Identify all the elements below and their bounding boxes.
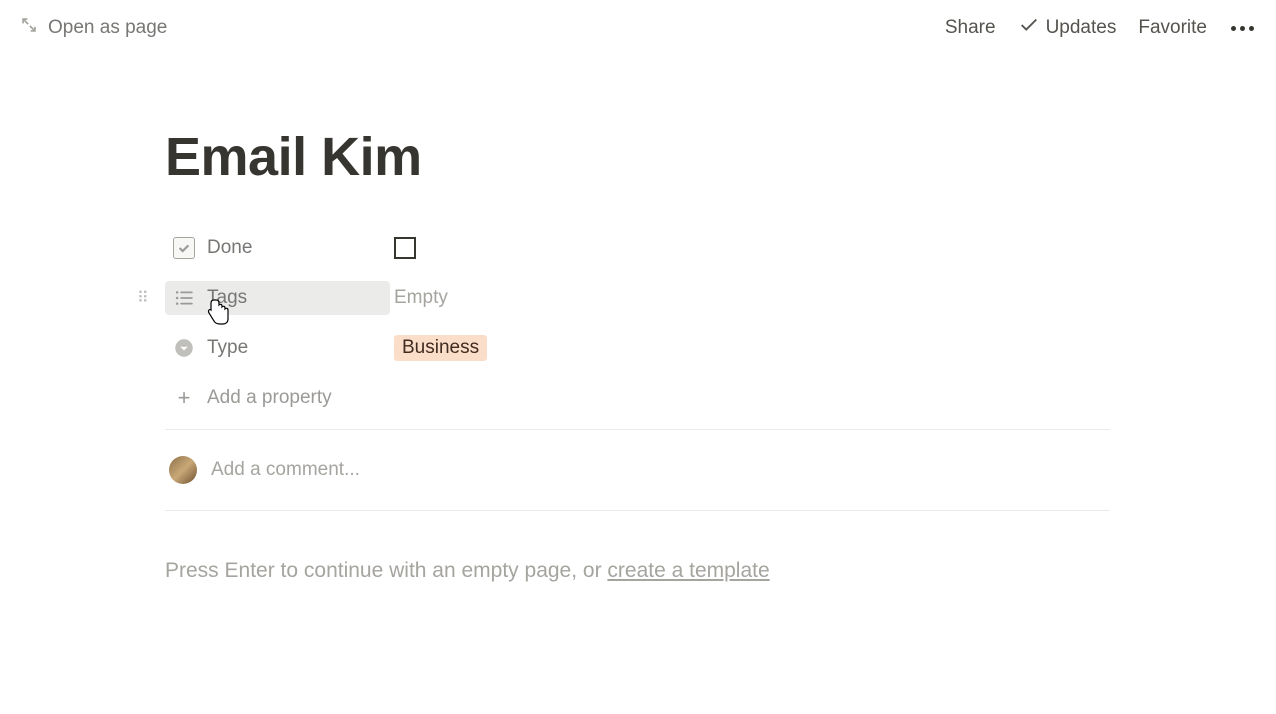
updates-label: Updates xyxy=(1046,17,1117,39)
properties-list: Done ⠿ Tags Empty Type xyxy=(165,223,1110,419)
property-value-type[interactable]: Business xyxy=(390,335,1110,361)
open-as-page-button[interactable]: Open as page xyxy=(20,16,167,40)
share-label: Share xyxy=(945,17,996,39)
select-property-icon xyxy=(173,337,195,359)
add-property-label: Add a property xyxy=(207,387,332,409)
property-row-done: Done xyxy=(165,223,1110,273)
divider xyxy=(165,429,1110,430)
expand-icon xyxy=(20,16,38,40)
empty-page-prompt: Press Enter to continue with an empty pa… xyxy=(165,559,1110,583)
topbar: Open as page Share Updates Favorite xyxy=(0,0,1276,56)
done-checkbox[interactable] xyxy=(394,237,416,259)
property-row-type: Type Business xyxy=(165,323,1110,373)
check-icon xyxy=(1018,14,1040,42)
updates-button[interactable]: Updates xyxy=(1018,14,1117,42)
property-label-tags[interactable]: Tags xyxy=(165,281,390,315)
property-name-tags: Tags xyxy=(207,287,247,309)
property-value-tags[interactable]: Empty xyxy=(390,287,1110,309)
property-value-done[interactable] xyxy=(390,237,1110,259)
share-button[interactable]: Share xyxy=(945,17,996,39)
comment-placeholder: Add a comment... xyxy=(211,459,360,481)
avatar xyxy=(169,456,197,484)
dot-icon xyxy=(1249,26,1254,31)
property-label-type[interactable]: Type xyxy=(165,331,390,365)
property-row-tags: ⠿ Tags Empty xyxy=(165,273,1110,323)
divider xyxy=(165,510,1110,511)
create-template-link[interactable]: create a template xyxy=(607,559,769,582)
add-comment-row[interactable]: Add a comment... xyxy=(165,440,1110,500)
more-menu-button[interactable] xyxy=(1229,26,1256,31)
drag-handle-icon[interactable]: ⠿ xyxy=(137,288,149,308)
open-as-page-label: Open as page xyxy=(48,17,167,39)
dot-icon xyxy=(1231,26,1236,31)
type-badge: Business xyxy=(394,335,487,361)
favorite-button[interactable]: Favorite xyxy=(1138,17,1207,39)
add-property-button[interactable]: + Add a property xyxy=(165,377,1110,419)
topbar-actions: Share Updates Favorite xyxy=(945,14,1256,42)
empty-prompt-text: Press Enter to continue with an empty pa… xyxy=(165,559,607,582)
property-name-type: Type xyxy=(207,337,248,359)
property-label-done[interactable]: Done xyxy=(165,231,390,265)
page-content: Email Kim Done ⠿ xyxy=(0,56,1110,583)
property-name-done: Done xyxy=(207,237,252,259)
favorite-label: Favorite xyxy=(1138,17,1207,39)
dot-icon xyxy=(1240,26,1245,31)
plus-icon: + xyxy=(173,387,195,409)
checkbox-property-icon xyxy=(173,237,195,259)
list-property-icon xyxy=(173,287,195,309)
page-title[interactable]: Email Kim xyxy=(165,126,1110,188)
